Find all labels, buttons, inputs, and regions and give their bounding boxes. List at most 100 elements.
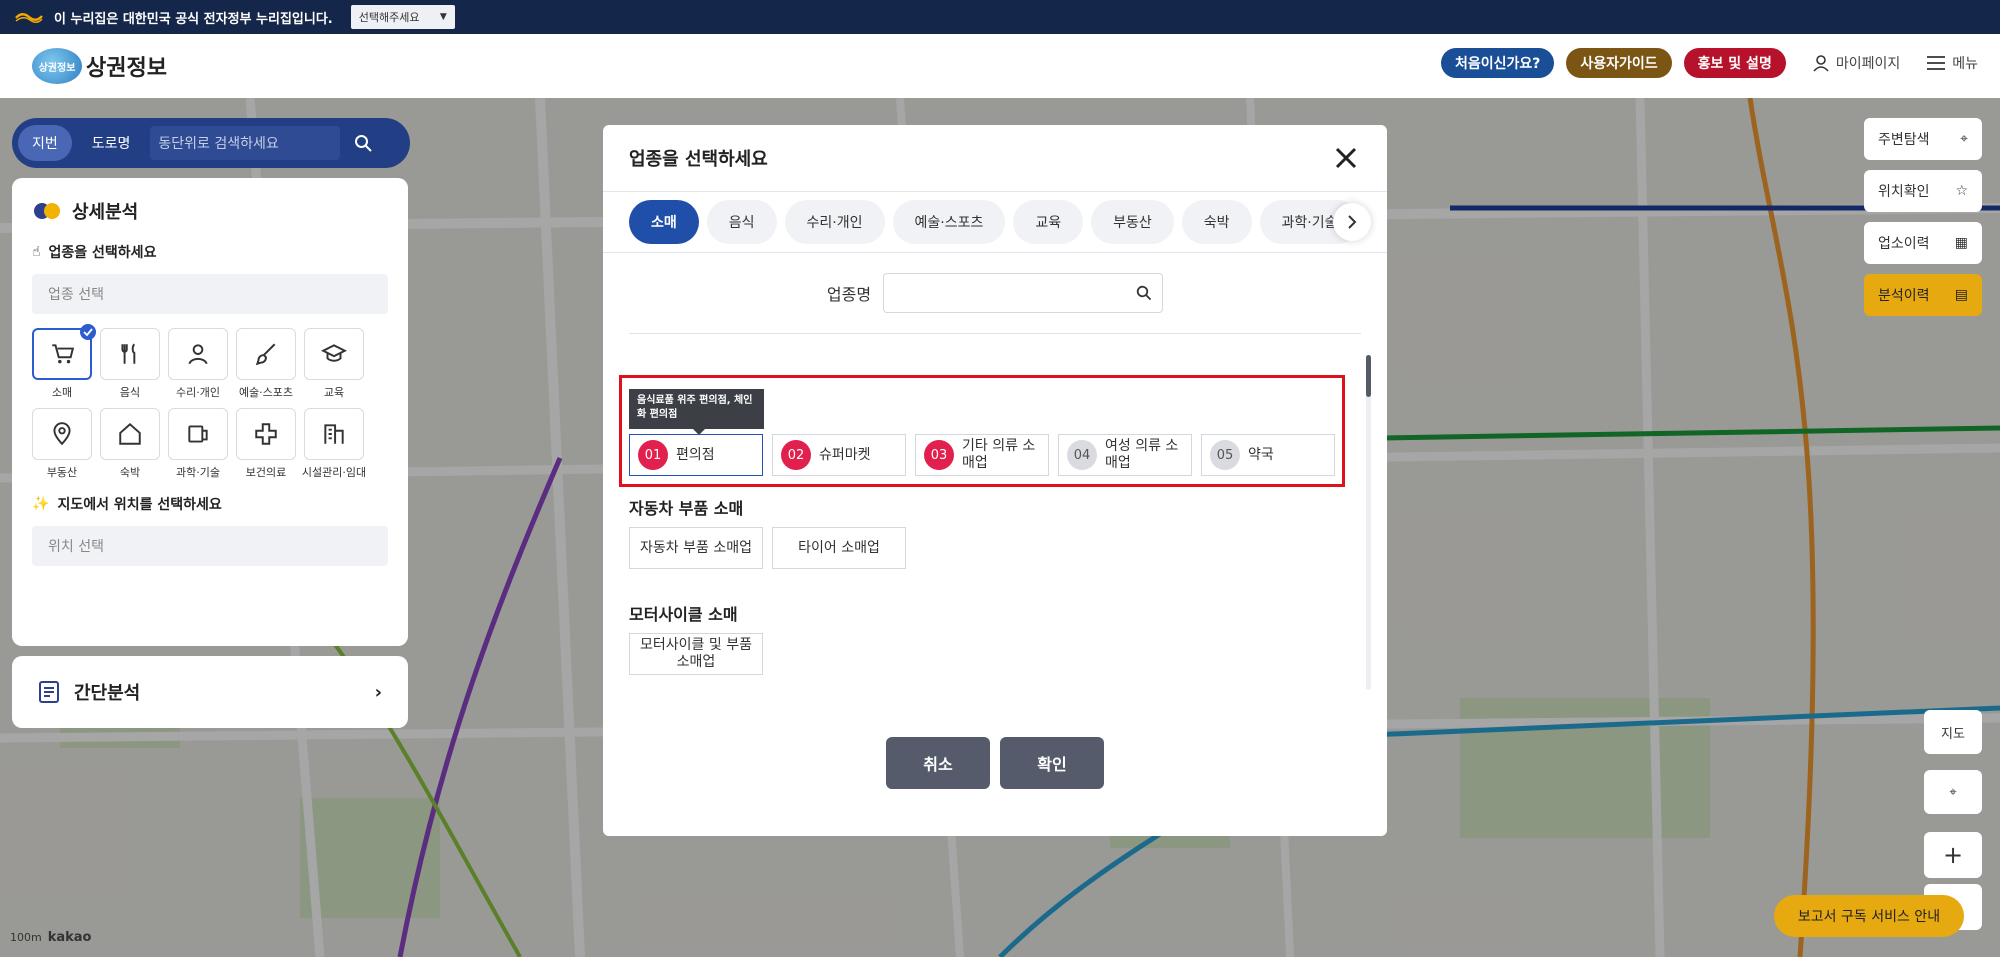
tab-category-5[interactable]: 부동산 [1091, 200, 1174, 244]
current-location-button[interactable]: ⌖ [1924, 770, 1982, 814]
simple-analysis-button[interactable]: 간단분석 › [12, 656, 408, 728]
industry-item[interactable]: 자동차 부품 소매업 [629, 527, 763, 569]
category-7[interactable]: 과학·기술 [168, 408, 228, 480]
mypage-link[interactable]: 마이페이지 [1812, 53, 1900, 73]
category-button[interactable] [168, 328, 228, 380]
scale-distance: 100m [10, 931, 42, 944]
search-button[interactable] [346, 126, 380, 160]
promo-button[interactable]: 홍보 및 설명 [1683, 48, 1786, 78]
scrollbar-track[interactable] [1366, 355, 1371, 690]
location-pin-icon: ⌖ [1960, 131, 1968, 147]
industry-name-label: 업종명 [826, 285, 872, 304]
kakao-logo: kakao [47, 930, 92, 945]
tab-category-4[interactable]: 교육 [1013, 200, 1084, 244]
category-label: 숙박 [119, 466, 141, 479]
category-0[interactable]: 소매 [32, 324, 96, 400]
modal-actions: 취소 확인 [603, 737, 1387, 789]
group3-title: 모터사이클 소매 [629, 605, 738, 624]
zoom-in-button[interactable]: + [1924, 832, 1982, 878]
category-9[interactable]: 시설관리·임대 [301, 408, 367, 480]
tab-category-1[interactable]: 음식 [706, 200, 777, 244]
simple-analysis-label: 간단분석 [74, 683, 141, 704]
category-1[interactable]: 음식 [100, 328, 160, 400]
person-icon [188, 344, 208, 365]
divider [629, 333, 1361, 334]
first-visit-button[interactable]: 처음이신가요? [1440, 48, 1555, 78]
scrollbar-thumb[interactable] [1366, 355, 1371, 397]
category-button[interactable] [32, 324, 96, 380]
panel-title-text: 상세분석 [72, 202, 139, 223]
house-icon [119, 422, 141, 445]
close-button[interactable] [1331, 143, 1361, 173]
category-4[interactable]: 교육 [304, 328, 364, 400]
address-search-input[interactable]: 동단위로 검색하세요 [150, 126, 341, 160]
category-5[interactable]: 부동산 [32, 408, 92, 480]
highlight-box [619, 375, 1345, 487]
industry-section-label: ☝ 업종을 선택하세요 [32, 242, 388, 262]
gov-logo-icon [15, 13, 43, 23]
tab-category-0[interactable]: 소매 [629, 200, 699, 244]
cart-icon [52, 344, 75, 364]
fork-knife-icon [121, 343, 136, 364]
category-button[interactable] [32, 408, 92, 460]
gov-banner: 이 누리집은 대한민국 공식 전자정부 누리집입니다. 선택해주세요 ▼ [0, 0, 2000, 34]
category-button[interactable] [304, 408, 364, 460]
menu-label: 메뉴 [1952, 56, 1978, 72]
modal-title: 업종을 선택하세요 [629, 149, 768, 170]
industry-select-field[interactable]: 업종 선택 [32, 274, 388, 314]
gov-select[interactable]: 선택해주세요 ▼ [350, 5, 455, 29]
menu-button[interactable]: 메뉴 [1926, 53, 1978, 73]
nearby-label: 주변탐색 [1878, 132, 1930, 148]
tabs-next-button[interactable] [1333, 203, 1371, 241]
location-select-field[interactable]: 위치 선택 [32, 526, 388, 566]
tab-category-2[interactable]: 수리·개인 [784, 200, 885, 244]
site-header: 상권정보 상권정보 처음이신가요? 사용자가이드 홍보 및 설명 마이페이지 메… [0, 34, 2000, 98]
gov-select-value: 선택해주세요 [358, 11, 420, 24]
category-3[interactable]: 예술·스포츠 [236, 328, 296, 400]
industry-item[interactable]: 모터사이클 및 부품 소매업 [629, 633, 763, 675]
tab-category-3[interactable]: 예술·스포츠 [892, 200, 1006, 244]
category-button[interactable] [100, 408, 160, 460]
industry-item[interactable]: 타이어 소매업 [772, 527, 906, 569]
business-history-button[interactable]: 업소이력 ▦ [1864, 222, 1982, 264]
modal-header: 업종을 선택하세요 [603, 125, 1387, 191]
medical-cross-icon [255, 423, 277, 445]
user-guide-button[interactable]: 사용자가이드 [1566, 48, 1672, 78]
nearby-search-button[interactable]: 주변탐색 ⌖ [1864, 118, 1982, 160]
gov-banner-text: 이 누리집은 대한민국 공식 전자정부 누리집입니다. [54, 11, 333, 27]
category-label: 과학·기술 [176, 466, 220, 479]
close-icon [1335, 147, 1357, 169]
location-pin-icon [53, 422, 71, 446]
logo-text[interactable]: 상권정보 [86, 50, 167, 82]
category-button[interactable] [168, 408, 228, 460]
tab-category-6[interactable]: 숙박 [1181, 200, 1252, 244]
tab-road-name[interactable]: 도로명 [78, 125, 145, 161]
sparkle-icon: ✨ [32, 496, 50, 512]
category-button[interactable] [100, 328, 160, 380]
logo-badge[interactable]: 상권정보 [32, 48, 82, 84]
brush-icon [255, 343, 276, 366]
crosshair-icon: ⌖ [1949, 784, 1957, 800]
location-check-button[interactable]: 위치확인 ☆ [1864, 170, 1982, 212]
category-6[interactable]: 숙박 [100, 408, 160, 480]
category-label: 시설관리·임대 [301, 466, 367, 479]
report-subscription-button[interactable]: 보고서 구독 서비스 안내 [1774, 895, 1964, 937]
category-button[interactable] [304, 328, 364, 380]
user-icon [1813, 55, 1829, 72]
group3-items: 모터사이클 및 부품 소매업 [629, 633, 763, 675]
industry-name-input[interactable] [883, 273, 1164, 313]
map-type-button[interactable]: 지도 [1924, 710, 1982, 754]
category-button[interactable] [236, 328, 296, 380]
cancel-button[interactable]: 취소 [886, 737, 990, 789]
category-label: 예술·스포츠 [238, 386, 294, 399]
category-2[interactable]: 수리·개인 [168, 328, 228, 400]
panel-title: 상세분석 [32, 198, 388, 224]
category-button[interactable] [236, 408, 296, 460]
confirm-button[interactable]: 확인 [1000, 737, 1104, 789]
building-icon [324, 424, 344, 444]
industry-name-row: 업종명 [603, 273, 1387, 313]
category-label: 소매 [51, 386, 73, 399]
tab-jibun[interactable]: 지번 [18, 125, 72, 161]
analysis-history-button[interactable]: 분석이력 ▤ [1864, 274, 1982, 316]
category-8[interactable]: 보건의료 [236, 408, 296, 480]
